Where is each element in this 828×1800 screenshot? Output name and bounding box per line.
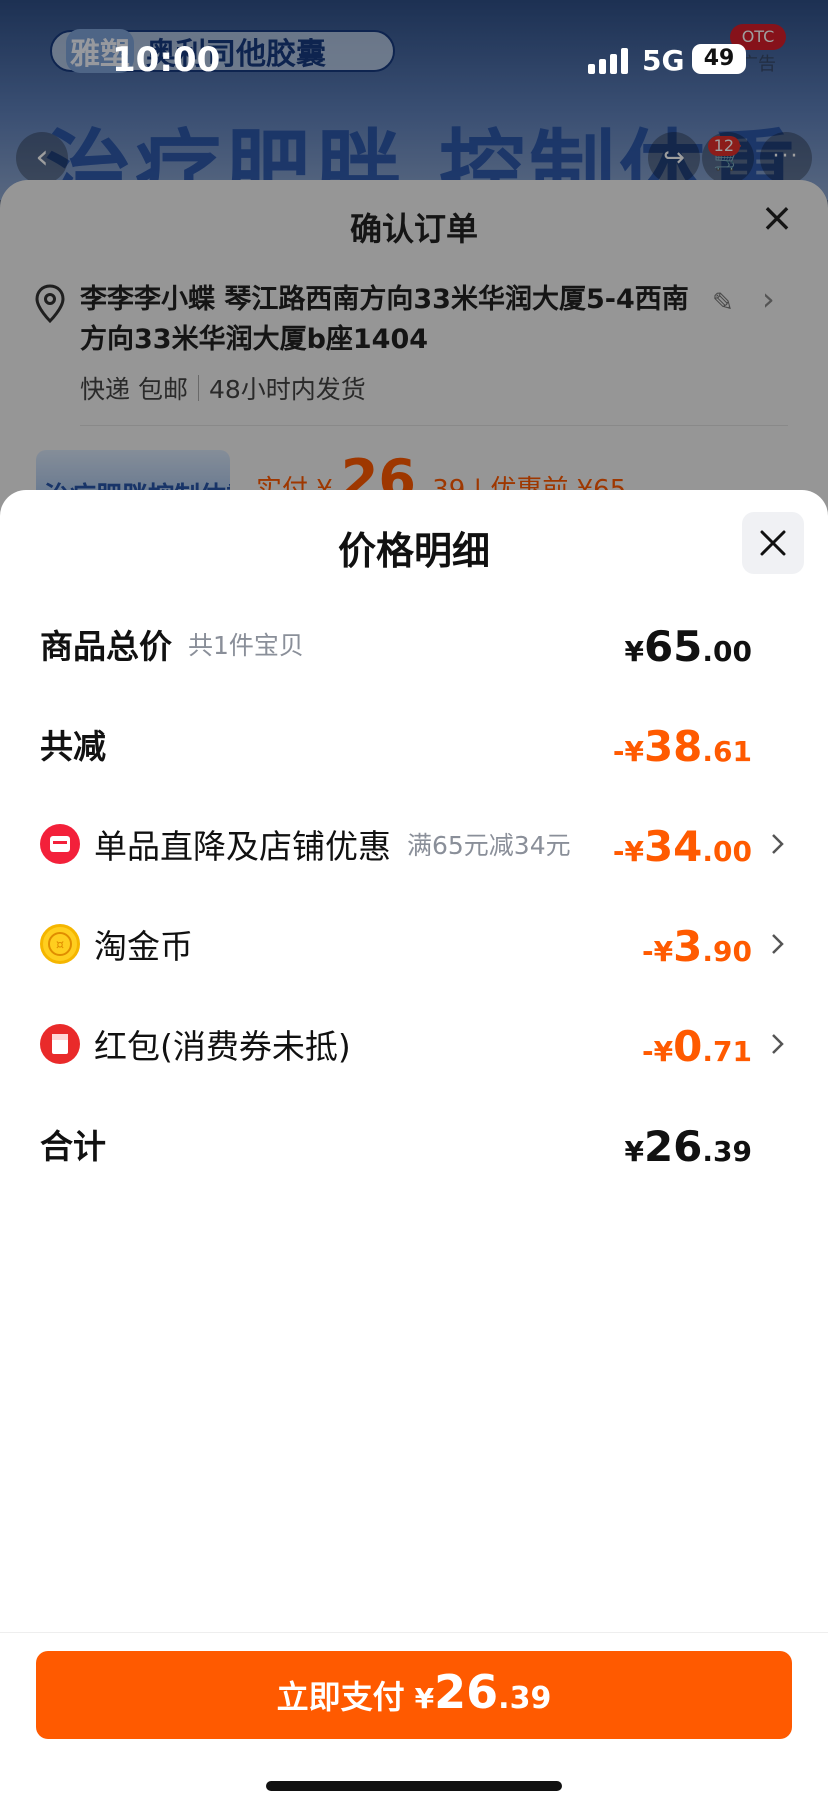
row-sub-label: 共1件宝贝	[188, 631, 304, 660]
amount-integer: 65	[643, 622, 703, 671]
row-amount: -¥ 0 .71	[642, 1014, 752, 1074]
chevron-right-icon	[772, 934, 784, 954]
amount-integer: 26	[643, 1122, 703, 1171]
row-label: 商品总价	[40, 627, 172, 666]
amount-decimal: .00	[702, 635, 752, 668]
coin-icon: ¤	[40, 924, 80, 964]
row-amount: -¥ 34 .00	[613, 814, 752, 874]
status-time: 10:00	[112, 40, 221, 80]
amount-integer: 3	[673, 922, 703, 971]
bottom-pay-bar: 立即支付 ¥ 26 .39	[0, 1632, 828, 1800]
chevron-right-icon	[772, 834, 784, 854]
battery-icon: 49	[692, 44, 746, 74]
chevron-right-icon	[772, 1034, 784, 1054]
row-label: 合计	[40, 1127, 106, 1166]
red-packet-icon	[40, 1024, 80, 1064]
battery-level: 49	[703, 46, 735, 71]
shop-discount-icon	[40, 824, 80, 864]
row-amount: -¥ 3 .90	[642, 914, 752, 974]
close-icon	[760, 530, 786, 556]
row-amount: -¥ 38 .61	[613, 714, 752, 774]
row-label: 单品直降及店铺优惠	[94, 827, 391, 866]
row-sub-label: 满65元减34元	[407, 831, 571, 860]
row-amount: ¥ 26 .39	[624, 1114, 752, 1174]
row-label: 淘金币	[94, 927, 193, 966]
row-tao-coin[interactable]: ¤ 淘金币 -¥ 3 .90	[40, 914, 788, 974]
network-type: 5G	[642, 44, 685, 77]
pay-decimal: .39	[498, 1681, 552, 1716]
amount-decimal: .39	[702, 1135, 752, 1168]
pay-integer: 26	[434, 1665, 499, 1719]
price-detail-close-button[interactable]	[742, 512, 804, 574]
currency: ¥	[414, 1682, 435, 1715]
amount-decimal: .61	[702, 735, 752, 768]
pay-now-button[interactable]: 立即支付 ¥ 26 .39	[36, 1651, 792, 1739]
currency: ¥	[624, 1135, 644, 1168]
price-detail-sheet: 价格明细 商品总价 共1件宝贝 ¥ 65 .00 共减 -¥ 38 .61 单品…	[0, 490, 828, 1800]
row-red-packet[interactable]: 红包(消费券未抵) -¥ 0 .71	[40, 1014, 788, 1074]
status-bar: 10:00 5G 49	[0, 0, 828, 120]
svg-text:¤: ¤	[56, 938, 64, 953]
row-grand-total: 合计 ¥ 26 .39	[40, 1114, 788, 1174]
row-total-discount: 共减 -¥ 38 .61	[40, 714, 788, 774]
amount-integer: 38	[643, 722, 703, 771]
pay-label: 立即支付	[276, 1678, 405, 1716]
row-label: 共减	[40, 727, 106, 766]
signal-icon	[588, 48, 628, 74]
currency: -¥	[612, 835, 644, 868]
amount-integer: 0	[673, 1022, 703, 1071]
amount-decimal: .00	[702, 835, 752, 868]
row-amount: ¥ 65 .00	[624, 614, 752, 674]
currency: -¥	[642, 935, 674, 968]
currency: -¥	[642, 1035, 674, 1068]
amount-integer: 34	[643, 822, 703, 871]
row-label: 红包(消费券未抵)	[94, 1027, 351, 1066]
amount-decimal: .71	[702, 1035, 752, 1068]
price-detail-title: 价格明细	[337, 529, 490, 573]
amount-decimal: .90	[702, 935, 752, 968]
currency: ¥	[624, 635, 644, 668]
home-indicator[interactable]	[266, 1781, 562, 1791]
row-goods-total: 商品总价 共1件宝贝 ¥ 65 .00	[40, 614, 788, 674]
row-shop-discount[interactable]: 单品直降及店铺优惠 满65元减34元 -¥ 34 .00	[40, 814, 788, 874]
currency: -¥	[612, 735, 644, 768]
